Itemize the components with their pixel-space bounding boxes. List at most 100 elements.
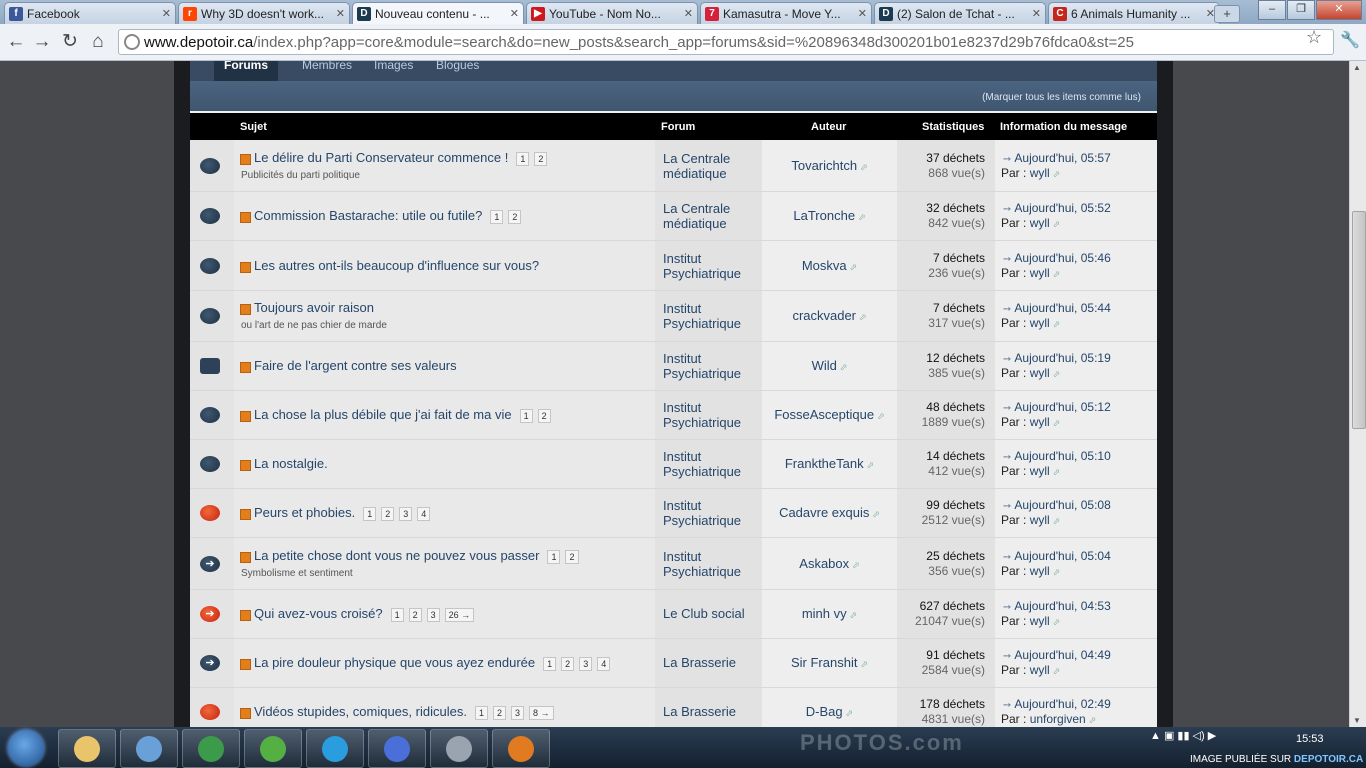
wrench-menu-icon[interactable]: 🔧 (1340, 30, 1360, 50)
topic-title-link[interactable]: Faire de l'argent contre ses valeurs (254, 358, 457, 373)
page-link[interactable]: 3 (510, 705, 524, 720)
topic-title-link[interactable]: La nostalgie. (254, 456, 328, 471)
forum-link[interactable]: Le Club social (663, 606, 745, 621)
last-poster-link[interactable]: wyll (1030, 266, 1050, 280)
profile-card-icon[interactable]: ⬀ (859, 312, 867, 322)
profile-card-icon[interactable]: ⬀ (1053, 467, 1061, 477)
author-link[interactable]: Wild (812, 358, 837, 373)
tab-close-icon[interactable]: ✕ (1029, 7, 1041, 20)
back-icon[interactable]: ← (4, 30, 28, 54)
last-post-date[interactable]: Aujourd'hui, 05:19 (1014, 351, 1110, 365)
last-poster-link[interactable]: wyll (1030, 464, 1050, 478)
page-link[interactable]: 8 → (528, 705, 554, 720)
rss-feed-icon[interactable] (240, 304, 251, 315)
topic-title-link[interactable]: Toujours avoir raison (254, 300, 374, 315)
author-link[interactable]: Tovarichtch (791, 158, 857, 173)
topic-title-link[interactable]: Peurs et phobies. (254, 505, 355, 520)
profile-card-icon[interactable]: ⬀ (850, 610, 858, 620)
close-window-button[interactable]: ✕ (1316, 0, 1362, 20)
profile-card-icon[interactable]: ⬀ (852, 560, 860, 570)
taskbar-app-button[interactable] (306, 729, 364, 768)
author-link[interactable]: LaTronche (793, 208, 855, 223)
header-forum[interactable]: Forum (661, 121, 695, 133)
author-link[interactable]: Moskva (802, 258, 847, 273)
last-post-date[interactable]: Aujourd'hui, 05:57 (1014, 151, 1110, 165)
forum-link[interactable]: Institut Psychiatrique (663, 549, 741, 579)
goto-last-post-icon[interactable]: ➙ (1003, 452, 1011, 463)
scroll-up-icon[interactable]: ▲ (1353, 63, 1361, 72)
last-poster-link[interactable]: wyll (1030, 166, 1050, 180)
last-poster-link[interactable]: unforgiven (1030, 712, 1086, 726)
rss-feed-icon[interactable] (240, 708, 251, 719)
page-link[interactable]: 1 (519, 408, 533, 423)
tab-close-icon[interactable]: ✕ (507, 7, 519, 20)
forum-link[interactable]: Institut Psychiatrique (663, 400, 741, 430)
profile-card-icon[interactable]: ⬀ (867, 460, 875, 470)
start-button[interactable] (8, 730, 44, 766)
author-link[interactable]: Askabox (799, 556, 849, 571)
profile-card-icon[interactable]: ⬀ (1053, 666, 1061, 676)
goto-last-post-icon[interactable]: ➙ (1003, 501, 1011, 512)
rss-feed-icon[interactable] (240, 460, 251, 471)
topic-title-link[interactable]: Qui avez-vous croisé? (254, 606, 383, 621)
goto-last-post-icon[interactable]: ➙ (1003, 254, 1011, 265)
profile-card-icon[interactable]: ⬀ (1053, 617, 1061, 627)
goto-last-post-icon[interactable]: ➙ (1003, 700, 1011, 711)
profile-card-icon[interactable]: ⬀ (1053, 169, 1061, 179)
last-poster-link[interactable]: wyll (1030, 316, 1050, 330)
browser-tab[interactable]: D (2) Salon de Tchat - ... ✕ (874, 2, 1046, 24)
page-link[interactable]: 3 (426, 607, 440, 622)
page-link[interactable]: 1 (474, 705, 488, 720)
scroll-down-icon[interactable]: ▼ (1353, 716, 1361, 725)
taskbar-app-button[interactable] (120, 729, 178, 768)
forum-link[interactable]: Institut Psychiatrique (663, 301, 741, 331)
taskbar-app-button[interactable] (58, 729, 116, 768)
author-link[interactable]: Sir Franshit (791, 655, 857, 670)
page-link[interactable]: 26 → (444, 607, 475, 622)
topic-title-link[interactable]: La chose la plus débile que j'ai fait de… (254, 407, 512, 422)
rss-feed-icon[interactable] (240, 552, 251, 563)
forward-icon[interactable]: → (30, 30, 54, 54)
last-poster-link[interactable]: wyll (1030, 415, 1050, 429)
tab-membres[interactable]: Membres (302, 61, 352, 81)
author-link[interactable]: D-Bag (806, 704, 843, 719)
profile-card-icon[interactable]: ⬀ (1053, 369, 1061, 379)
tab-close-icon[interactable]: ✕ (855, 7, 867, 20)
rss-feed-icon[interactable] (240, 509, 251, 520)
page-link[interactable]: 1 (543, 656, 557, 671)
reload-icon[interactable]: ↻ (58, 30, 82, 54)
last-post-date[interactable]: Aujourd'hui, 02:49 (1014, 697, 1110, 711)
taskbar-app-button[interactable] (492, 729, 550, 768)
browser-tab[interactable]: C6 Animals Humanity ... ✕ (1048, 2, 1220, 24)
page-link[interactable]: 3 (399, 506, 413, 521)
last-poster-link[interactable]: wyll (1030, 564, 1050, 578)
last-post-date[interactable]: Aujourd'hui, 05:04 (1014, 549, 1110, 563)
profile-card-icon[interactable]: ⬀ (1053, 567, 1061, 577)
home-icon[interactable]: ⌂ (86, 30, 110, 54)
author-link[interactable]: crackvader (792, 308, 856, 323)
page-link[interactable]: 3 (579, 656, 593, 671)
goto-last-post-icon[interactable]: ➙ (1003, 154, 1011, 165)
last-post-date[interactable]: Aujourd'hui, 05:08 (1014, 498, 1110, 512)
profile-card-icon[interactable]: ⬀ (877, 411, 885, 421)
rss-feed-icon[interactable] (240, 362, 251, 373)
topic-title-link[interactable]: La petite chose dont vous ne pouvez vous… (254, 548, 539, 563)
tab-close-icon[interactable]: ✕ (333, 7, 345, 20)
page-link[interactable]: 2 (381, 506, 395, 521)
minimize-button[interactable]: – (1258, 0, 1286, 20)
browser-tab[interactable]: 7 Kamasutra - Move Y... ✕ (700, 2, 872, 24)
last-poster-link[interactable]: wyll (1030, 216, 1050, 230)
goto-last-post-icon[interactable]: ➙ (1003, 354, 1011, 365)
page-link[interactable]: 2 (565, 549, 579, 564)
profile-card-icon[interactable]: ⬀ (1053, 269, 1061, 279)
mark-all-read-link[interactable]: (Marquer tous les items comme lus) (982, 92, 1141, 103)
author-link[interactable]: FosseAsceptique (774, 407, 874, 422)
forum-link[interactable]: Institut Psychiatrique (663, 351, 741, 381)
rss-feed-icon[interactable] (240, 610, 251, 621)
page-link[interactable]: 2 (534, 151, 548, 166)
header-stats[interactable]: Statistiques (922, 121, 984, 133)
forum-link[interactable]: La Brasserie (663, 655, 736, 670)
page-link[interactable]: 1 (516, 151, 530, 166)
tab-close-icon[interactable]: ✕ (159, 7, 171, 20)
taskbar-app-button[interactable] (244, 729, 302, 768)
